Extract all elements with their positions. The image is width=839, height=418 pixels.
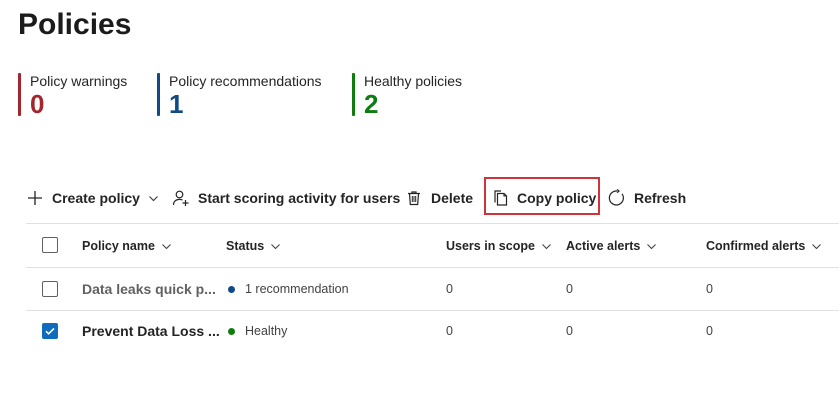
stat-label: Healthy policies <box>364 73 463 89</box>
column-header-confirmed-alerts[interactable]: Confirmed alerts <box>706 236 822 256</box>
column-header-policy-name[interactable]: Policy name <box>82 236 172 256</box>
refresh-icon <box>608 189 624 206</box>
add-person-icon <box>172 190 189 206</box>
refresh-label: Refresh <box>634 190 687 206</box>
status-cell: 1 recommendation <box>228 279 349 299</box>
column-header-users-in-scope[interactable]: Users in scope <box>446 236 552 256</box>
trash-icon <box>408 191 420 206</box>
select-all-checkbox[interactable] <box>42 237 58 253</box>
status-label: Healthy <box>245 324 288 338</box>
status-dot-icon <box>228 285 235 293</box>
header-divider <box>26 267 839 268</box>
status-label: 1 recommendation <box>245 282 349 296</box>
stat-value: 2 <box>364 89 379 119</box>
start-scoring-button[interactable]: Start scoring activity for users <box>172 178 400 218</box>
users-in-scope-cell: 0 <box>446 324 453 338</box>
copy-policy-highlight <box>484 177 600 215</box>
column-header-label: Active alerts <box>566 239 641 253</box>
row-checkbox[interactable] <box>42 323 58 339</box>
confirmed-alerts-cell: 0 <box>706 324 713 338</box>
row-checkbox[interactable] <box>42 281 58 297</box>
toolbar-divider <box>26 223 839 224</box>
stat-label: Policy warnings <box>30 73 128 89</box>
column-header-active-alerts[interactable]: Active alerts <box>566 236 657 256</box>
users-in-scope-cell: 0 <box>446 282 453 296</box>
stat-accent-bar <box>157 73 160 116</box>
stat-accent-bar <box>352 73 355 116</box>
checkmark-icon <box>45 327 55 335</box>
status-dot-icon <box>228 327 235 335</box>
chevron-down-icon <box>149 195 158 201</box>
confirmed-alerts-cell: 0 <box>706 282 713 296</box>
command-bar: Create policy Start scoring activity for… <box>18 178 839 218</box>
plus-icon <box>28 191 42 205</box>
chevron-down-icon <box>271 243 281 249</box>
create-policy-button[interactable]: Create policy <box>26 178 159 218</box>
chevron-down-icon <box>647 243 657 249</box>
status-cell: Healthy <box>228 321 287 341</box>
column-header-label: Users in scope <box>446 239 535 253</box>
start-scoring-label: Start scoring activity for users <box>198 190 401 206</box>
page-title: Policies <box>18 8 132 41</box>
create-policy-label: Create policy <box>52 190 140 206</box>
column-header-label: Status <box>226 239 265 253</box>
stat-value: 0 <box>30 89 45 119</box>
delete-button[interactable]: Delete <box>405 178 473 218</box>
policy-name-cell[interactable]: Data leaks quick p... <box>82 279 216 299</box>
delete-label: Delete <box>431 190 474 206</box>
chevron-down-icon <box>162 243 171 249</box>
refresh-button[interactable]: Refresh <box>608 178 686 218</box>
row-divider <box>26 310 839 311</box>
active-alerts-cell: 0 <box>566 282 573 296</box>
stat-value: 1 <box>169 89 184 119</box>
chevron-down-icon <box>542 243 551 249</box>
active-alerts-cell: 0 <box>566 324 573 338</box>
stat-accent-bar <box>18 73 21 116</box>
column-header-label: Policy name <box>82 239 155 253</box>
stat-label: Policy recommendations <box>169 73 322 89</box>
column-header-label: Confirmed alerts <box>706 239 806 253</box>
column-header-status[interactable]: Status <box>226 236 281 256</box>
chevron-down-icon <box>812 243 822 249</box>
policy-name-cell[interactable]: Prevent Data Loss ... <box>82 321 220 341</box>
